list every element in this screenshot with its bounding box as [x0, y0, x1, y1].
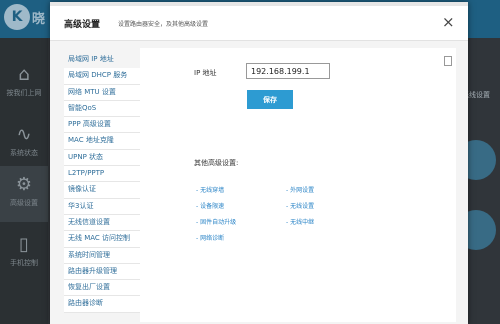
menu-item-qos[interactable]: 智能QoS — [64, 100, 140, 118]
sidebar-item-label: 按我们上网 — [6, 89, 42, 97]
logo-icon: K — [4, 4, 30, 30]
pulse-icon: ∿ — [16, 124, 32, 145]
menu-item-mac-clone[interactable]: MAC 地址克隆 — [64, 133, 140, 150]
home-icon: ⌂ — [18, 64, 30, 85]
link-network-diagnostics[interactable]: - 网络诊断 — [196, 233, 224, 242]
dialog-subtitle: 设置路由器安全，及其他高级设置 — [118, 21, 209, 28]
sidebar-item-home[interactable]: ⌂ 按我们上网 — [0, 56, 48, 112]
menu-item-l2tp[interactable]: L2TP/PPTP — [64, 166, 140, 183]
other-settings-title: 其他高级设置: — [194, 159, 239, 167]
sidebar-item-advanced[interactable]: ⚙ 高级设置 — [0, 166, 48, 222]
sidebar-item-label: 高级设置 — [10, 199, 38, 207]
sidebar-item-label: 手机控制 — [10, 259, 38, 267]
settings-menu: 局域网 IP 地址 局域网 DHCP 服务 网络 MTU 设置 智能QoS PP… — [64, 52, 140, 313]
scrollbar[interactable] — [444, 56, 452, 66]
link-wan-settings[interactable]: - 外网设置 — [286, 185, 314, 194]
dialog-title: 高级设置 — [64, 20, 101, 30]
menu-item-h3c-auth[interactable]: 华3认证 — [64, 198, 140, 215]
logo-text: 晓 — [32, 12, 46, 27]
menu-item-dhcp[interactable]: 局域网 DHCP 服务 — [64, 68, 140, 85]
ip-address-label: IP 地址 — [194, 69, 217, 77]
settings-content: IP 地址 保存 其他高级设置: - 无线穿墙 - 外网设置 - 设备限速 - … — [140, 48, 456, 322]
menu-item-lan-ip[interactable]: 局域网 IP 地址 — [64, 52, 140, 69]
menu-item-mtu[interactable]: 网络 MTU 设置 — [64, 84, 140, 101]
sidebar-item-phone[interactable]: ▯ 手机控制 — [0, 226, 48, 282]
sidebar: ⌂ 按我们上网 ∿ 系统状态 ⚙ 高级设置 ▯ 手机控制 — [0, 38, 48, 324]
phone-icon: ▯ — [19, 234, 29, 255]
close-icon[interactable]: × — [442, 13, 455, 31]
menu-item-system-time[interactable]: 系统时间管理 — [64, 247, 140, 264]
dialog-header: 高级设置 设置路由器安全，及其他高级设置 × — [50, 6, 468, 41]
menu-item-wifi-mac-acl[interactable]: 无线 MAC 访问控制 — [64, 231, 140, 248]
link-device-speed-limit[interactable]: - 设备限速 — [196, 201, 224, 210]
menu-item-diagnostics[interactable]: 路由器诊断 — [64, 296, 140, 313]
link-wall-penetration[interactable]: - 无线穿墙 — [196, 185, 224, 194]
link-firmware-auto-upgrade[interactable]: - 固件自动升级 — [196, 217, 236, 226]
menu-item-ppp[interactable]: PPP 高级设置 — [64, 117, 140, 134]
gear-icon: ⚙ — [15, 174, 33, 195]
link-wireless-repeater[interactable]: - 无线中继 — [286, 217, 314, 226]
sidebar-item-status[interactable]: ∿ 系统状态 — [0, 116, 48, 172]
menu-item-mirror-auth[interactable]: 镜像认证 — [64, 182, 140, 199]
menu-item-factory-reset[interactable]: 恢复出厂设置 — [64, 280, 140, 297]
link-wireless-settings[interactable]: - 无线设置 — [286, 201, 314, 210]
menu-item-wifi-channel[interactable]: 无线信道设置 — [64, 214, 140, 232]
menu-item-firmware-upgrade[interactable]: 路由器升级管理 — [64, 263, 140, 281]
ip-address-input[interactable] — [246, 63, 330, 79]
advanced-settings-dialog: 高级设置 设置路由器安全，及其他高级设置 × 局域网 IP 地址 局域网 DHC… — [50, 2, 468, 324]
sidebar-item-label: 系统状态 — [10, 149, 38, 157]
menu-item-upnp[interactable]: UPNP 状态 — [64, 149, 140, 167]
save-button[interactable]: 保存 — [247, 90, 293, 109]
